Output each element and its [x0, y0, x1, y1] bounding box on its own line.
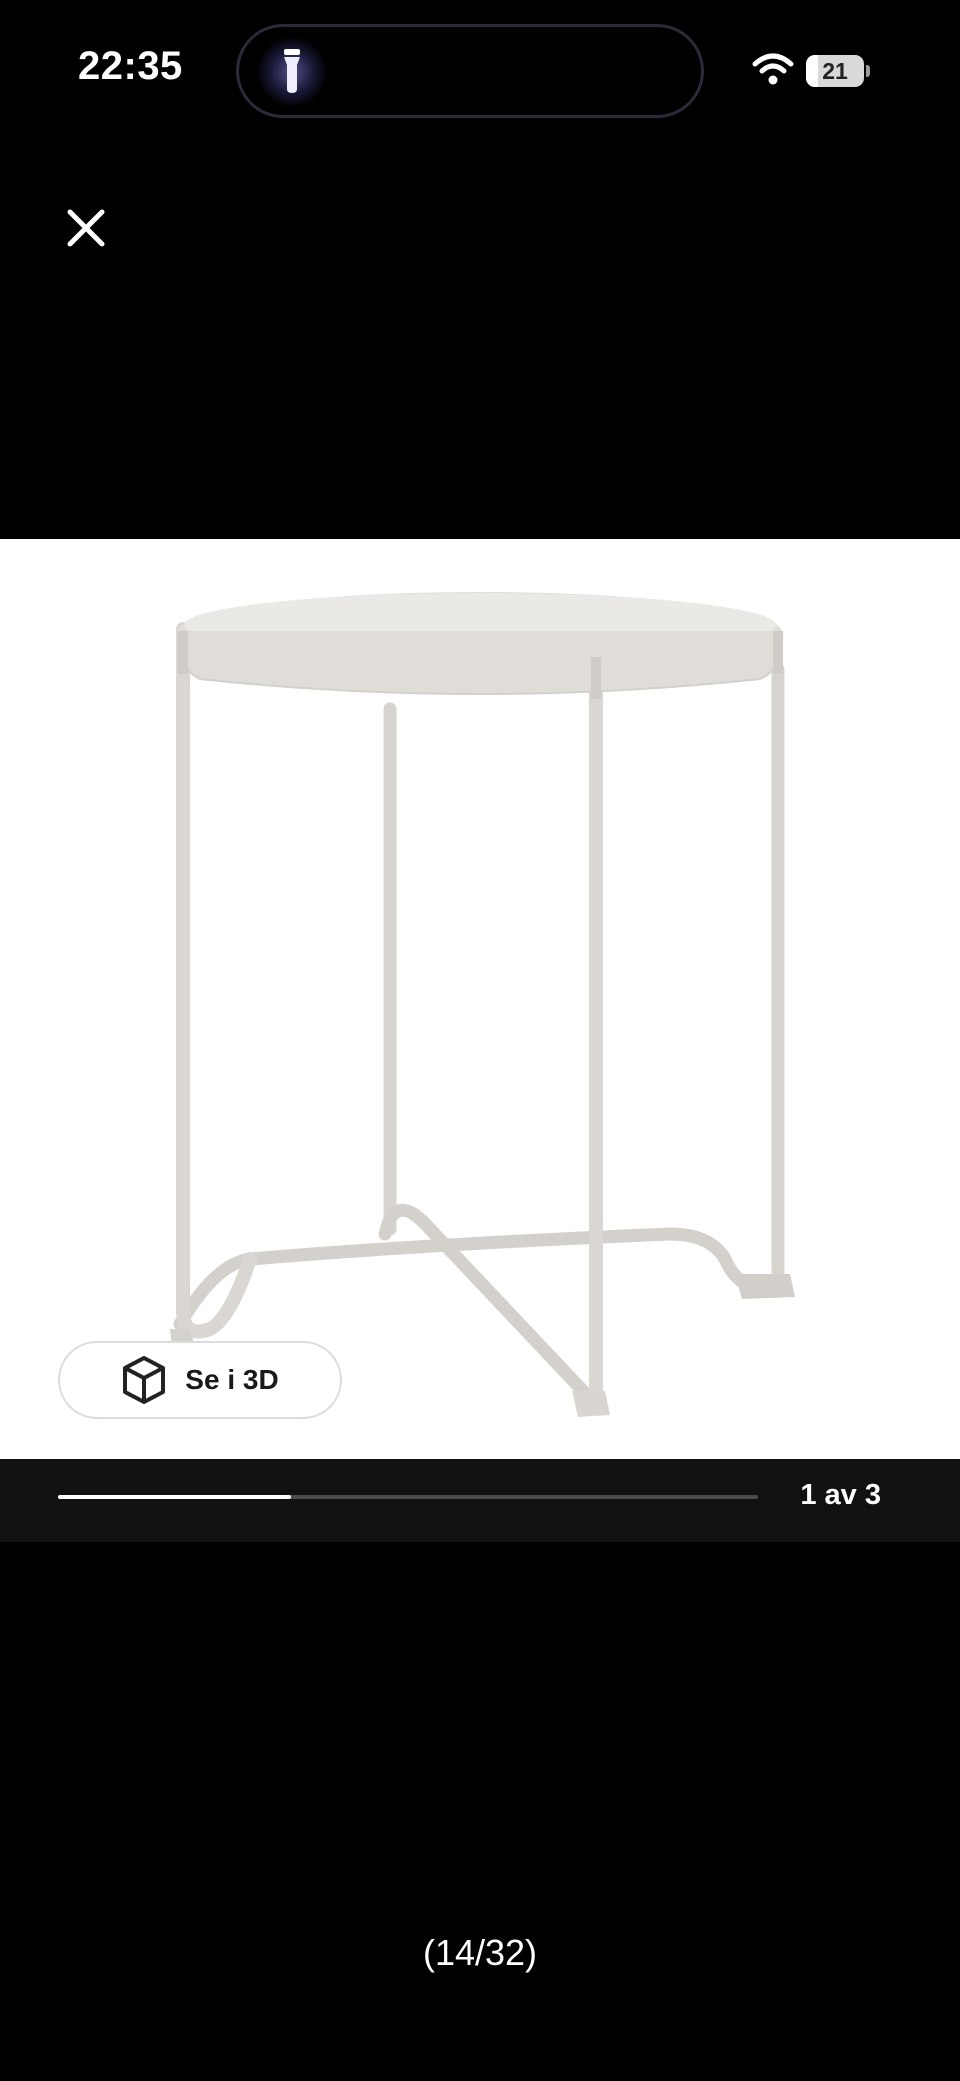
product-image-stage[interactable]: Se i 3D	[0, 539, 960, 1459]
battery-level: 21	[822, 58, 848, 84]
image-progress-bar[interactable]	[58, 1495, 758, 1499]
battery-icon: 21	[806, 55, 870, 87]
image-progress-fill	[58, 1495, 292, 1499]
view-in-3d-label: Se i 3D	[185, 1364, 279, 1395]
close-icon	[67, 209, 105, 247]
dynamic-island[interactable]	[236, 24, 704, 118]
view-in-3d-button[interactable]: Se i 3D	[58, 1341, 342, 1419]
status-bar: 22:35 21	[0, 0, 960, 140]
product-image	[170, 592, 795, 1417]
wifi-icon	[752, 53, 794, 85]
image-counter: 1 av 3	[800, 1479, 881, 1511]
page-counter: (14/32)	[422, 1932, 538, 1973]
status-time: 22:35	[78, 44, 183, 88]
cube-icon	[123, 1356, 166, 1404]
close-button[interactable]	[54, 196, 118, 260]
image-progress-strip: 1 av 3	[0, 1459, 960, 1542]
flashlight-icon	[257, 37, 327, 107]
